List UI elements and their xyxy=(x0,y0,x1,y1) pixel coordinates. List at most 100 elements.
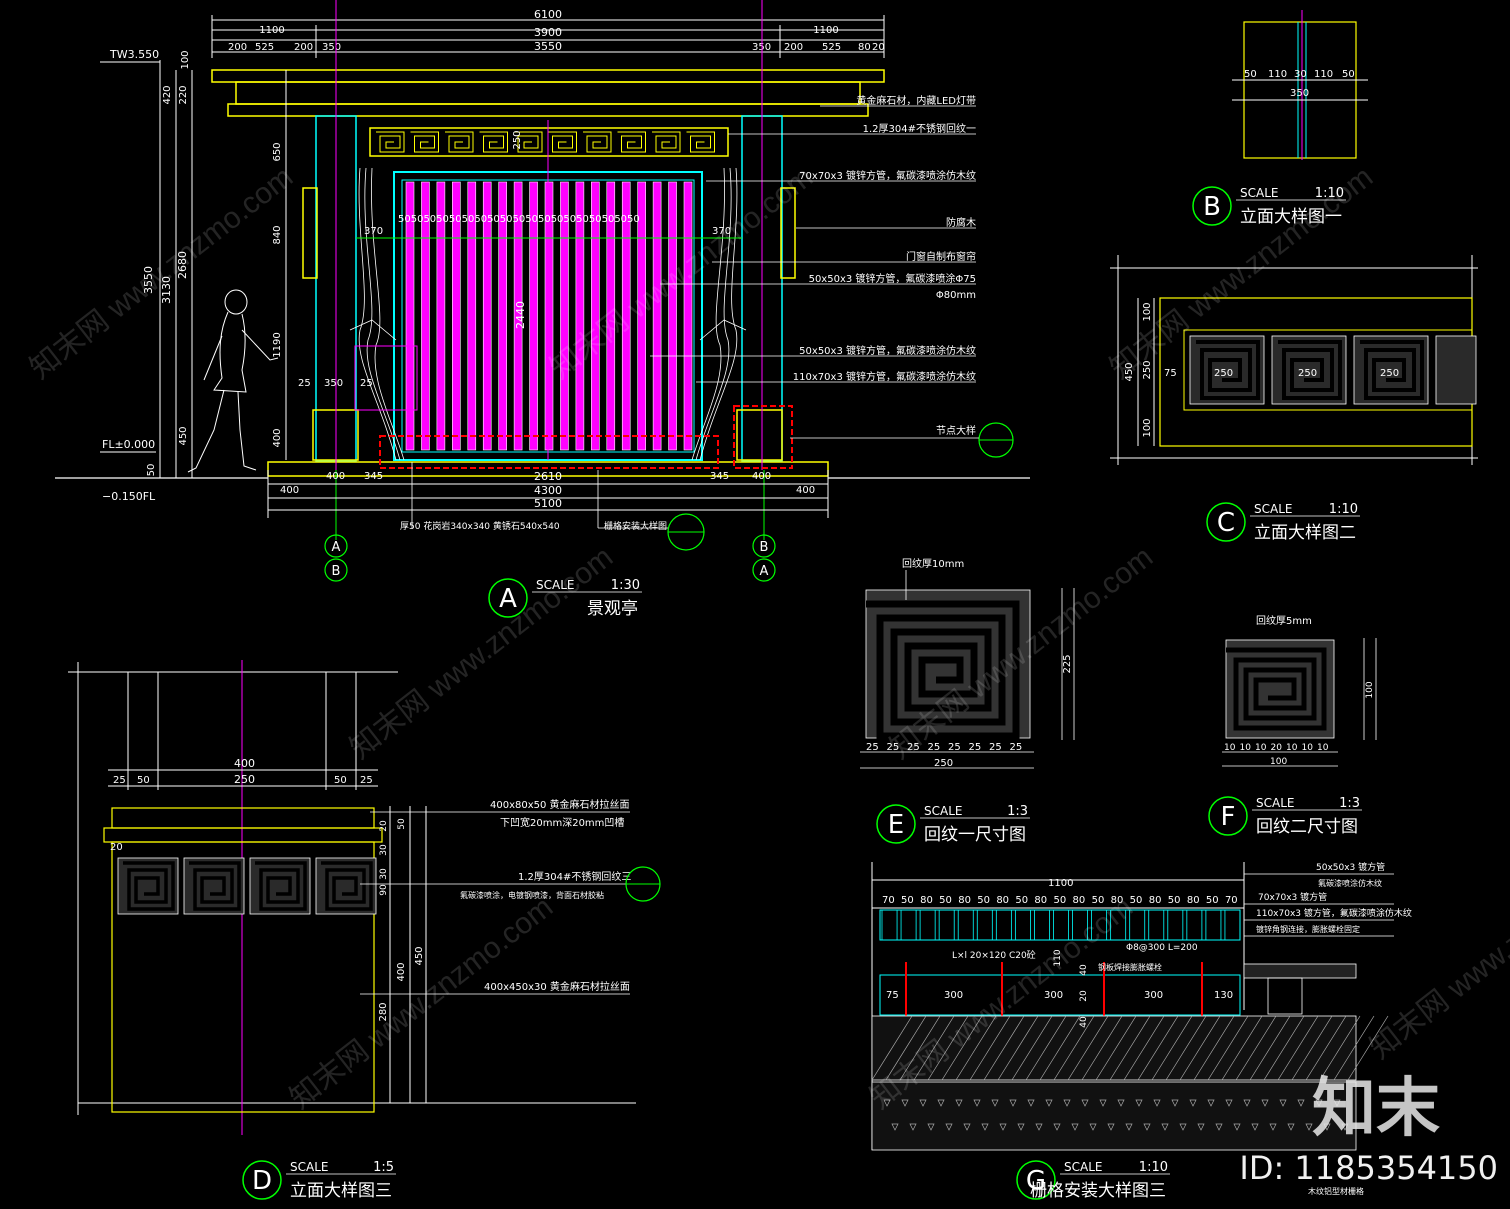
dim-1190-v: 1190 xyxy=(272,332,283,357)
scale-value-E: 1:3 xyxy=(1007,804,1028,819)
scale-value-A: 1:30 xyxy=(611,578,640,593)
g-slat-dim: 80 xyxy=(996,895,1009,906)
axis-a-left: A xyxy=(332,540,341,555)
level-ground: −0.150FL xyxy=(102,490,156,503)
f-label: 回纹厚5mm xyxy=(1256,614,1312,627)
brand-logo: 知末 xyxy=(1312,1072,1440,1146)
g-dim-75: 75 xyxy=(886,990,899,1001)
scale-label-F: SCALE xyxy=(1256,796,1294,810)
g-slat-dim: 80 xyxy=(1187,895,1200,906)
axis-a-right: A xyxy=(760,564,769,579)
dim-450-v: 450 xyxy=(178,426,189,445)
d-ann-base: 400x450x30 黄金麻石材拉丝面 xyxy=(484,980,630,993)
g-slat-dim: 80 xyxy=(1073,895,1086,906)
ann-paving: 厚50 花岗岩340x340 黄锈石540x540 xyxy=(400,520,560,532)
dim-840-v: 840 xyxy=(272,225,283,244)
b-dim-110-r: 110 xyxy=(1314,69,1333,80)
detail-letter-E: E xyxy=(888,810,904,840)
g-slat-dim: 80 xyxy=(1034,895,1047,906)
scale-label-G: SCALE xyxy=(1064,1160,1102,1174)
dim-220-v: 220 xyxy=(178,85,189,104)
scale-value-C: 1:10 xyxy=(1329,502,1358,517)
d-dim-90-v: 90 xyxy=(379,884,389,896)
dim-5100: 5100 xyxy=(534,497,562,510)
d-dim-250: 250 xyxy=(234,773,255,786)
g-slat-dim: 50 xyxy=(977,895,990,906)
annotation-a-1: 黄金麻石材，内藏LED灯带 xyxy=(856,94,976,107)
g-dim-40-a: 40 xyxy=(1079,964,1089,976)
scale-label-B: SCALE xyxy=(1240,186,1278,200)
dim-200-r: 200 xyxy=(784,42,803,53)
annotation-a-7: 50x50x3 镀锌方管，氟碳漆喷涂仿木纹 xyxy=(799,344,976,357)
annotation-a-3: 防腐木 xyxy=(946,216,976,229)
cad-drawing-sheet: 6100 3900 1100 1100 3550 200 525 200 350… xyxy=(0,0,1510,1209)
dim-345-l: 345 xyxy=(364,471,383,482)
dim-25-l: 25 xyxy=(298,378,311,389)
c-dim-100-t: 100 xyxy=(1142,302,1153,321)
e-dim: 25 xyxy=(969,742,982,753)
g-slat-dim: 50 xyxy=(1206,895,1219,906)
dim-650-v: 650 xyxy=(272,142,283,161)
slat-dim-row: 50505050505050505050505050505050505050 xyxy=(398,214,640,225)
e-dim: 25 xyxy=(948,742,961,753)
level-floor: FL±0.000 xyxy=(102,438,155,451)
dim-200-l: 200 xyxy=(228,42,247,53)
dim-350-base: 350 xyxy=(324,378,343,389)
dim-2440: 2440 xyxy=(514,301,527,329)
dim-3550: 3550 xyxy=(534,40,562,53)
g-slat-dim: 80 xyxy=(1149,895,1162,906)
d-dim-30-v2: 30 xyxy=(379,868,389,880)
b-dim-350: 350 xyxy=(1290,88,1309,99)
dim-400-c: 400 xyxy=(280,485,299,496)
annotation-a-8: 110x70x3 镀锌方管，氟碳漆喷涂仿木纹 xyxy=(793,370,976,383)
dim-4300: 4300 xyxy=(534,484,562,497)
annotation-a-4: 门窗自制布窗帘 xyxy=(906,250,976,263)
c-unit-1: 250 xyxy=(1214,368,1233,379)
f-dim: 10 xyxy=(1255,743,1267,753)
brand-id: ID: 1185354150 xyxy=(1239,1149,1498,1187)
dim-400-b: 400 xyxy=(752,471,771,482)
detail-title-F: 回纹二尺寸图 xyxy=(1256,817,1358,837)
f-dim: 20 xyxy=(1271,743,1283,753)
dim-400-v: 400 xyxy=(272,428,283,447)
f-dim: 10 xyxy=(1224,743,1236,753)
c-dim-75: 75 xyxy=(1164,368,1177,379)
slat xyxy=(668,181,677,451)
dim-1100-left: 1100 xyxy=(259,25,284,36)
dim-400-a: 400 xyxy=(326,471,345,482)
c-unit-3: 250 xyxy=(1380,368,1399,379)
g-slat-dim: 50 xyxy=(1053,895,1066,906)
slat xyxy=(652,181,662,451)
d-dim-50-l: 50 xyxy=(137,775,150,786)
g-slat-dim: 50 xyxy=(1130,895,1143,906)
d-dim-400-v: 400 xyxy=(396,962,407,981)
detail-letter-B: B xyxy=(1203,192,1221,222)
annotation-a-9: 节点大样 xyxy=(936,424,976,437)
detail-letter-D: D xyxy=(252,1166,272,1196)
ann-grille-ref: 栅格安装大样图 xyxy=(604,520,667,532)
dim-80: 80 xyxy=(858,42,871,53)
dim-total-width: 6100 xyxy=(534,8,562,21)
d-dim-20-v: 20 xyxy=(379,820,389,832)
g-dim-300-a: 300 xyxy=(944,990,963,1001)
detail-title-D: 立面大样图三 xyxy=(290,1181,392,1201)
scale-value-D: 1:5 xyxy=(373,1160,394,1175)
b-dim-110-l: 110 xyxy=(1268,69,1287,80)
c-unit-2: 250 xyxy=(1298,368,1317,379)
level-top: TW3.550 xyxy=(109,48,159,61)
f-dim: 10 xyxy=(1240,743,1252,753)
g-slat-dim: 80 xyxy=(920,895,933,906)
f-dim-100-v: 100 xyxy=(1365,681,1375,698)
f-dim: 10 xyxy=(1286,743,1298,753)
f-dim-100: 100 xyxy=(1270,757,1287,767)
d-dim-25-r: 25 xyxy=(360,775,373,786)
dim-50-v: 50 xyxy=(146,464,157,477)
e-label: 回纹厚10mm xyxy=(902,557,964,570)
dim-350-l: 350 xyxy=(322,42,341,53)
g-slat-dim: 50 xyxy=(939,895,952,906)
e-dim: 25 xyxy=(989,742,1002,753)
g-slat-dim: 50 xyxy=(1168,895,1181,906)
g-ann-5: 镀锌角钢连接，膨胀螺栓固定 xyxy=(1256,924,1360,934)
g-ann-4: 110x70x3 镀方管，氟碳漆喷涂仿木纹 xyxy=(1256,907,1412,919)
g-dim-130: 130 xyxy=(1214,990,1233,1001)
